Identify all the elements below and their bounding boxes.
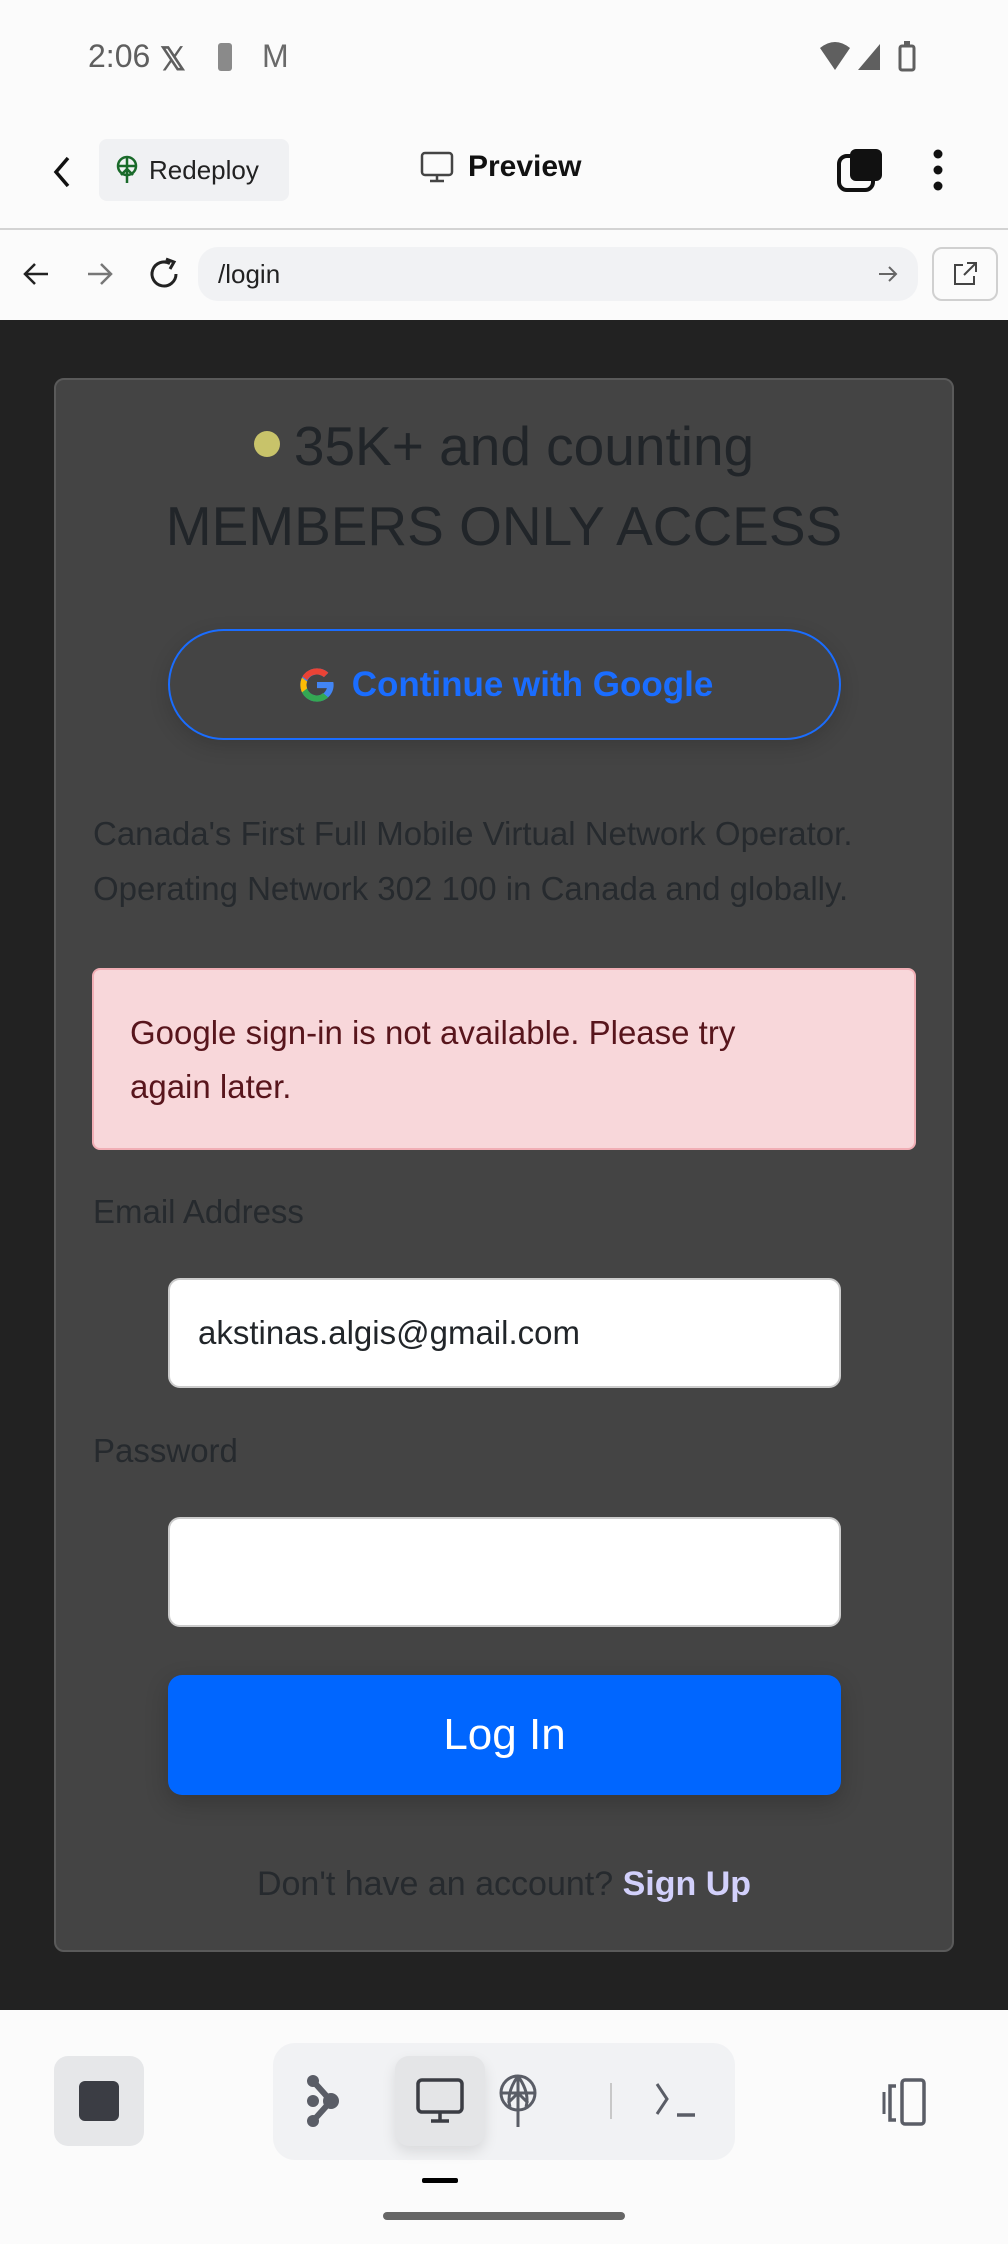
wifi-icon — [820, 41, 916, 72]
more-options-icon[interactable] — [930, 148, 946, 192]
x-icon: 𝕏 — [160, 41, 186, 77]
terminal-icon — [655, 2083, 695, 2117]
graph-view-button[interactable] — [278, 2056, 368, 2146]
preview-view-button[interactable] — [395, 2056, 485, 2146]
preview-title: Preview — [420, 150, 581, 184]
battery-saver-icon — [218, 43, 232, 71]
stop-button[interactable] — [54, 2056, 144, 2146]
device-toggle-icon[interactable] — [880, 2078, 936, 2126]
battery-icon — [898, 44, 916, 72]
description-line: Operating Network 302 100 in Canada and … — [93, 870, 849, 907]
description-line: Canada's First Full Mobile Virtual Netwo… — [93, 815, 853, 852]
alert-line: again later. — [130, 1068, 292, 1105]
status-time: 2:06 — [88, 38, 151, 74]
back-icon[interactable] — [50, 154, 74, 190]
open-external-button[interactable] — [932, 247, 998, 301]
url-text: /login — [218, 259, 281, 289]
browser-forward-icon[interactable] — [84, 258, 116, 290]
external-link-icon — [954, 262, 977, 285]
redeploy-label: Redeploy — [149, 154, 259, 185]
email-field[interactable]: akstinas.algis@gmail.com — [168, 1278, 841, 1388]
signup-prompt-text: Don't have an account? — [256, 1865, 614, 1903]
globe-upload-icon — [499, 2074, 537, 2127]
password-label: Password — [93, 1432, 238, 1469]
preview-label: Preview — [468, 150, 582, 183]
view-switcher — [273, 2043, 735, 2160]
deploy-view-button[interactable] — [473, 2056, 563, 2146]
password-field[interactable] — [168, 1517, 841, 1627]
go-arrow-icon[interactable] — [876, 262, 900, 286]
tabs-icon[interactable] — [836, 146, 886, 194]
headline: MEMBERS ONLY ACCESS — [165, 495, 843, 557]
browser-back-icon[interactable] — [20, 258, 52, 290]
divider — [0, 228, 1008, 230]
divider — [610, 2083, 612, 2119]
home-indicator[interactable] — [383, 2212, 625, 2220]
terminal-view-button[interactable] — [631, 2056, 721, 2146]
redeploy-button[interactable]: Redeploy — [99, 139, 289, 201]
email-label: Email Address — [93, 1193, 304, 1230]
gmail-icon: M — [262, 38, 289, 74]
active-indicator — [422, 2178, 458, 2183]
monitor-icon — [416, 2078, 464, 2123]
reload-icon[interactable] — [146, 256, 182, 292]
nodes-icon — [307, 2075, 339, 2127]
signal-icon — [858, 44, 880, 70]
stop-icon — [79, 2081, 119, 2121]
login-button[interactable]: Log In — [168, 1675, 841, 1795]
counter-text: 35K+ and counting — [293, 415, 755, 477]
status-bar: 2:06 𝕏 M — [0, 0, 1008, 120]
alert-line: Google sign-in is not available. Please … — [130, 1014, 736, 1051]
monitor-icon — [420, 151, 454, 183]
google-icon — [300, 667, 334, 702]
signup-link[interactable]: Sign Up — [623, 1865, 751, 1903]
url-bar[interactable]: /login — [198, 247, 918, 301]
status-dot — [253, 431, 280, 458]
google-signin-button[interactable]: Continue with Google — [168, 629, 841, 740]
error-alert: Google sign-in is not available. Please … — [92, 968, 916, 1150]
google-button-label: Continue with Google — [351, 664, 714, 704]
member-counter: 35K+ and counting — [54, 414, 954, 478]
signup-prompt: Don't have an account? Sign Up — [54, 1865, 954, 1904]
globe-upload-icon — [116, 155, 138, 183]
description: Canada's First Full Mobile Virtual Netwo… — [93, 806, 933, 916]
